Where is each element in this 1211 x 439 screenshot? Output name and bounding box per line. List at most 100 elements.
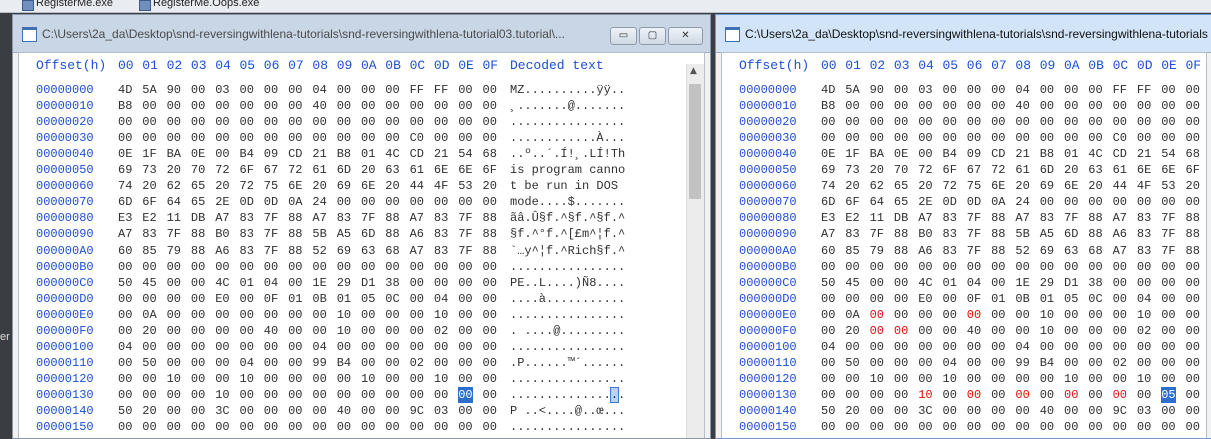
- hex-byte[interactable]: 00: [870, 114, 884, 130]
- hex-byte[interactable]: 00: [361, 82, 375, 98]
- hex-byte[interactable]: 00: [361, 419, 375, 435]
- hex-byte[interactable]: 68: [385, 243, 399, 259]
- hex-byte[interactable]: 00: [118, 435, 132, 438]
- hex-byte[interactable]: 00: [240, 419, 254, 435]
- hex-byte[interactable]: 00: [1015, 307, 1029, 323]
- hex-byte[interactable]: 00: [434, 339, 448, 355]
- hex-byte[interactable]: B4: [337, 355, 351, 371]
- hex-byte[interactable]: 00: [410, 323, 424, 339]
- hex-byte[interactable]: 00: [337, 371, 351, 387]
- hex-row[interactable]: 00000140 50 20 00 00 3C 00 00 00 00 40 00 00 9C 03 00 00…: [19, 403, 704, 419]
- hex-byte[interactable]: 00: [458, 98, 472, 114]
- hex-byte[interactable]: 00: [991, 435, 1005, 438]
- hex-byte[interactable]: 00: [264, 355, 278, 371]
- hex-byte[interactable]: 00: [1186, 435, 1200, 438]
- hex-byte[interactable]: 20: [1064, 162, 1078, 178]
- hex-row[interactable]: 00000070 6D 6F 64 65 2E 0D 0D 0A 24 00 00 00 00 00 00 00: [722, 194, 1206, 210]
- scrollbar-thumb[interactable]: [689, 84, 701, 199]
- hex-byte[interactable]: 00: [142, 371, 156, 387]
- hex-byte[interactable]: 00: [385, 130, 399, 146]
- hex-byte[interactable]: 00: [385, 323, 399, 339]
- hex-byte[interactable]: 20: [845, 403, 859, 419]
- decoded-text[interactable]: MZ..........ÿÿ..: [510, 82, 625, 98]
- hex-byte[interactable]: 00: [458, 419, 472, 435]
- hex-row[interactable]: 00000120 00 00 10 00 00 10 00 00 00 00 10 00 00 10 00 00…: [19, 371, 704, 387]
- hex-byte[interactable]: 61: [1113, 162, 1127, 178]
- hex-byte[interactable]: 00: [288, 82, 302, 98]
- hex-byte[interactable]: 00: [240, 114, 254, 130]
- hex-byte[interactable]: 00: [118, 130, 132, 146]
- hex-byte[interactable]: 1E: [1015, 275, 1029, 291]
- hex-byte[interactable]: 00: [943, 419, 957, 435]
- hex-byte[interactable]: 4C: [385, 146, 399, 162]
- hex-byte[interactable]: 4D: [118, 82, 132, 98]
- hex-byte[interactable]: 50: [118, 275, 132, 291]
- hex-byte[interactable]: 00: [1040, 419, 1054, 435]
- hex-byte[interactable]: 00: [458, 323, 472, 339]
- hex-byte[interactable]: 00: [458, 355, 472, 371]
- hex-byte[interactable]: 20: [312, 178, 326, 194]
- hex-byte[interactable]: 00: [1040, 387, 1054, 403]
- hex-byte[interactable]: 00: [918, 323, 932, 339]
- hex-byte[interactable]: 00: [918, 98, 932, 114]
- hex-byte[interactable]: 00: [337, 259, 351, 275]
- hex-byte[interactable]: 00: [1113, 259, 1127, 275]
- hex-byte[interactable]: 7F: [870, 226, 884, 242]
- hex-byte[interactable]: 00: [1064, 259, 1078, 275]
- hex-byte[interactable]: 00: [991, 130, 1005, 146]
- hex-byte[interactable]: FF: [410, 82, 424, 98]
- hex-byte[interactable]: 00: [288, 259, 302, 275]
- hex-byte[interactable]: 7F: [967, 226, 981, 242]
- hex-byte[interactable]: 01: [240, 275, 254, 291]
- hex-byte[interactable]: 00: [434, 130, 448, 146]
- decoded-text[interactable]: ................: [510, 114, 625, 130]
- hex-byte[interactable]: 00: [264, 259, 278, 275]
- hex-byte[interactable]: 00: [1186, 291, 1200, 307]
- taskbar-item-registerme-oops[interactable]: RegisterMe.Oops.exe: [137, 0, 259, 12]
- hex-byte[interactable]: 6F: [142, 194, 156, 210]
- hex-row[interactable]: 00000150 00 00 00 00 00 00 00 00 00 00 00 00 00 00 00 00…: [19, 419, 704, 435]
- hex-byte[interactable]: B4: [1040, 355, 1054, 371]
- hex-byte[interactable]: 00: [118, 323, 132, 339]
- hex-byte[interactable]: A7: [312, 210, 326, 226]
- hex-byte[interactable]: B8: [337, 146, 351, 162]
- hex-byte[interactable]: 00: [167, 307, 181, 323]
- hex-byte[interactable]: 00: [118, 307, 132, 323]
- hex-byte[interactable]: 00: [483, 114, 497, 130]
- hex-byte[interactable]: 00: [1186, 194, 1200, 210]
- hex-byte[interactable]: 00: [167, 275, 181, 291]
- hex-byte[interactable]: 00: [191, 323, 205, 339]
- hex-byte[interactable]: 88: [385, 226, 399, 242]
- hex-byte[interactable]: 00: [483, 307, 497, 323]
- hex-row[interactable]: 00000030 00 00 00 00 00 00 00 00 00 00 00 00 C0 00 00 00: [722, 130, 1206, 146]
- hex-byte[interactable]: 00: [845, 259, 859, 275]
- hex-byte[interactable]: 00: [288, 355, 302, 371]
- hex-byte[interactable]: 00: [894, 291, 908, 307]
- hex-byte[interactable]: 00: [385, 98, 399, 114]
- hex-byte[interactable]: 00: [894, 275, 908, 291]
- hex-byte[interactable]: 00: [191, 82, 205, 98]
- hex-row[interactable]: 00000010 B8 00 00 00 00 00 00 00 40 00 00 00 00 00 00 00: [722, 98, 1206, 114]
- hex-byte[interactable]: 00: [943, 435, 957, 438]
- hex-byte[interactable]: 40: [1015, 98, 1029, 114]
- hex-byte[interactable]: 00: [1088, 339, 1102, 355]
- hex-row[interactable]: 00000130 00 00 00 00 10 00 00 00 00 00 00 00 00 00 05 00: [722, 386, 1206, 403]
- hex-byte[interactable]: 3C: [215, 403, 229, 419]
- decoded-text[interactable]: mode....$.......: [510, 194, 625, 210]
- hex-byte[interactable]: 00: [312, 435, 326, 438]
- hex-byte[interactable]: 6E: [288, 178, 302, 194]
- hex-byte[interactable]: 00: [1064, 114, 1078, 130]
- hex-byte[interactable]: 00: [1064, 323, 1078, 339]
- hex-byte[interactable]: 00: [1088, 355, 1102, 371]
- hex-byte[interactable]: 38: [385, 275, 399, 291]
- hex-byte[interactable]: 00: [870, 259, 884, 275]
- hex-row[interactable]: 00000100 04 00 00 00 00 00 00 00 04 00 00 00 00 00 00 00: [722, 339, 1206, 355]
- hex-byte[interactable]: 4F: [434, 178, 448, 194]
- hex-byte[interactable]: 00: [240, 387, 254, 403]
- hex-byte[interactable]: 00: [943, 82, 957, 98]
- hex-byte[interactable]: 00: [264, 371, 278, 387]
- hex-row[interactable]: 000000B0 00 00 00 00 00 00 00 00 00 00 00 00 00 00 00 00: [722, 259, 1206, 275]
- hex-byte[interactable]: 65: [191, 178, 205, 194]
- hex-byte[interactable]: 00: [1064, 130, 1078, 146]
- hex-byte[interactable]: 00: [312, 387, 326, 403]
